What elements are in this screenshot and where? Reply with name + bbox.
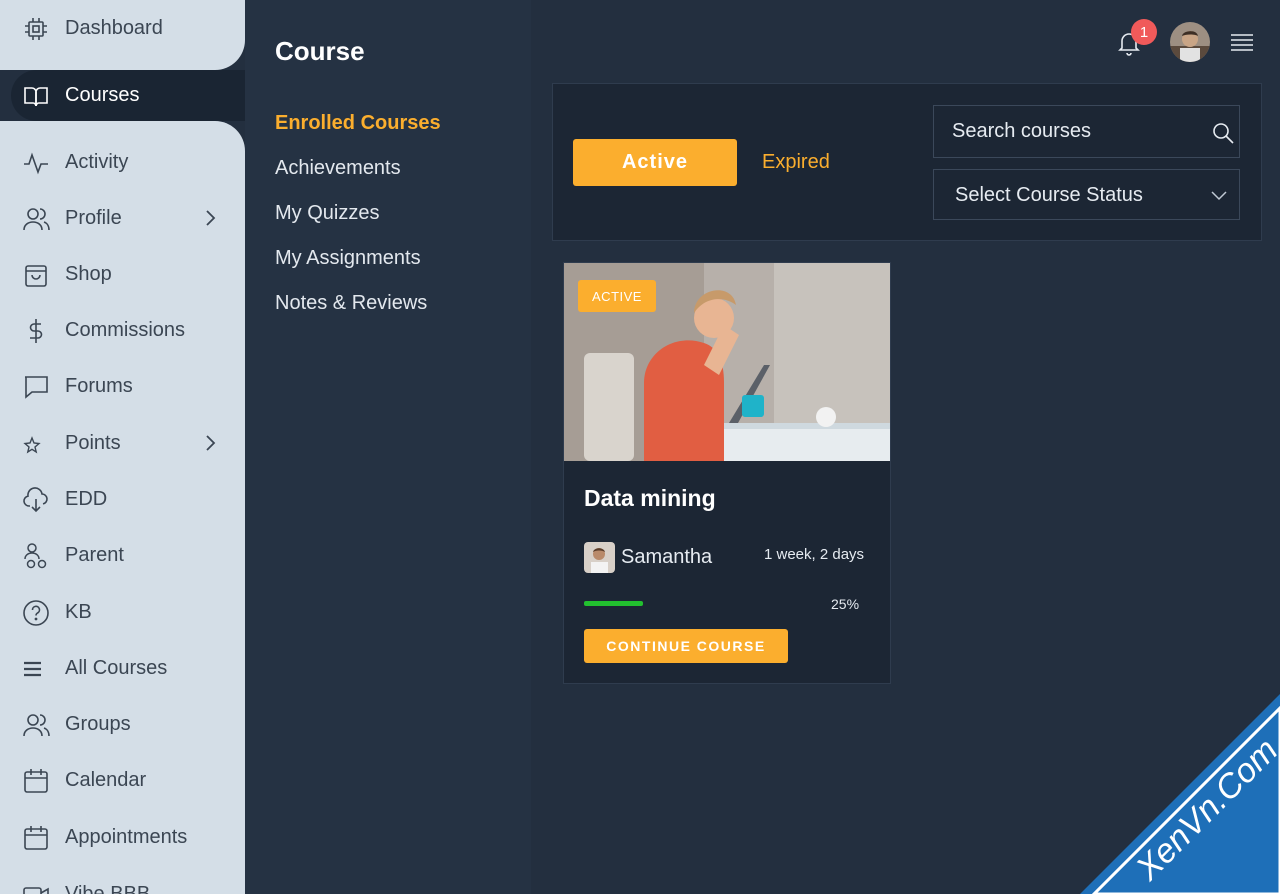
continue-course-button[interactable]: CONTINUE COURSE <box>584 629 788 663</box>
book-icon <box>22 82 50 110</box>
sidebar-item-dashboard[interactable]: Dashboard <box>0 6 245 50</box>
chevron-right-icon[interactable] <box>200 208 220 228</box>
left-sidebar: Dashboard Courses Activity Profile Shop … <box>0 0 245 894</box>
help-icon <box>22 599 50 627</box>
chip-icon <box>22 15 50 43</box>
parent-icon <box>22 542 50 570</box>
sidebar-item-points[interactable]: Points <box>0 421 245 465</box>
course-thumbnail[interactable]: ACTIVE <box>564 263 890 461</box>
avatar[interactable] <box>1170 22 1210 62</box>
subnav-item-my-quizzes[interactable]: My Quizzes <box>275 202 379 225</box>
sidebar-item-all-courses[interactable]: All Courses <box>0 646 245 690</box>
sidebar-item-profile[interactable]: Profile <box>0 196 245 240</box>
dollar-icon <box>22 317 50 345</box>
chevron-down-icon <box>1210 186 1228 204</box>
sidebar-item-parent[interactable]: Parent <box>0 533 245 577</box>
subnav-item-enrolled-courses[interactable]: Enrolled Courses <box>275 112 441 135</box>
chat-icon <box>22 373 50 401</box>
subnav-item-achievements[interactable]: Achievements <box>275 157 401 180</box>
sidebar-item-label: Activity <box>65 150 129 173</box>
course-duration: 1 week, 2 days <box>764 546 865 563</box>
sidebar-item-shop[interactable]: Shop <box>0 252 245 296</box>
sidebar-item-appointments[interactable]: Appointments <box>0 815 245 859</box>
users-icon <box>22 205 50 233</box>
course-title[interactable]: Data mining <box>584 485 716 512</box>
sidebar-item-courses[interactable]: Courses <box>0 73 245 117</box>
sidebar-item-calendar[interactable]: Calendar <box>0 758 245 802</box>
select-value: Select Course Status <box>955 184 1143 206</box>
subnav-item-my-assignments[interactable]: My Assignments <box>275 247 421 270</box>
sidebar-item-groups[interactable]: Groups <box>0 702 245 746</box>
search-icon[interactable] <box>1212 122 1234 144</box>
users-icon <box>22 711 50 739</box>
calendar-icon <box>22 824 50 852</box>
sidebar-item-forums[interactable]: Forums <box>0 364 245 408</box>
sidebar-item-label: Commissions <box>65 318 186 341</box>
status-badge: ACTIVE <box>578 280 656 312</box>
sidebar-item-vibe-bbb[interactable]: Vibe BBB <box>0 872 245 894</box>
course-subnav: Course Enrolled Courses Achievements My … <box>245 0 531 894</box>
sidebar-item-label: Parent <box>65 543 124 566</box>
list-icon <box>22 655 50 683</box>
progress-percent: 25% <box>831 596 860 612</box>
subnav-item-notes-reviews[interactable]: Notes & Reviews <box>275 292 427 315</box>
sidebar-item-label: Vibe BBB <box>65 882 151 894</box>
page-title: Course <box>275 36 365 66</box>
progress-bar <box>584 601 734 606</box>
chevron-right-icon[interactable] <box>200 433 220 453</box>
sidebar-item-edd[interactable]: EDD <box>0 477 245 521</box>
sidebar-item-label: Appointments <box>65 825 188 848</box>
sidebar-item-label: Calendar <box>65 768 147 791</box>
sidebar-item-label: Forums <box>65 374 133 397</box>
course-card[interactable]: ACTIVE Data mining Samantha 1 week, 2 da… <box>563 262 891 684</box>
sidebar-item-label: Courses <box>65 83 140 106</box>
activity-icon <box>22 149 50 177</box>
author-avatar <box>584 542 615 573</box>
cloud-download-icon <box>22 486 50 514</box>
video-icon <box>22 881 50 894</box>
course-status-select[interactable]: Select Course Status <box>933 169 1240 220</box>
sidebar-item-label: Points <box>65 431 121 454</box>
watermark-logo: XenVn.Com <box>1080 694 1280 894</box>
sidebar-item-label: Dashboard <box>65 16 163 39</box>
progress-fill <box>584 601 643 606</box>
search-box <box>933 105 1240 158</box>
sidebar-item-commissions[interactable]: Commissions <box>0 308 245 352</box>
author-name: Samantha <box>621 546 713 568</box>
search-input[interactable] <box>934 106 1204 157</box>
shopping-bag-icon <box>22 261 50 289</box>
hamburger-menu-icon[interactable] <box>1231 32 1253 52</box>
calendar-icon <box>22 767 50 795</box>
sidebar-item-activity[interactable]: Activity <box>0 140 245 184</box>
sidebar-item-label: EDD <box>65 487 108 510</box>
sidebar-item-kb[interactable]: KB <box>0 590 245 634</box>
sidebar-item-label: KB <box>65 600 92 623</box>
course-filter-panel: Active Expired Select Course Status <box>552 83 1262 241</box>
sidebar-item-label: Groups <box>65 712 131 735</box>
star-icon <box>22 430 50 458</box>
sidebar-item-label: All Courses <box>65 656 168 679</box>
expired-filter-link[interactable]: Expired <box>762 151 830 174</box>
sidebar-item-label: Profile <box>65 206 122 229</box>
sidebar-item-label: Shop <box>65 262 112 285</box>
notification-badge: 1 <box>1131 19 1157 45</box>
active-filter-button[interactable]: Active <box>573 139 737 186</box>
